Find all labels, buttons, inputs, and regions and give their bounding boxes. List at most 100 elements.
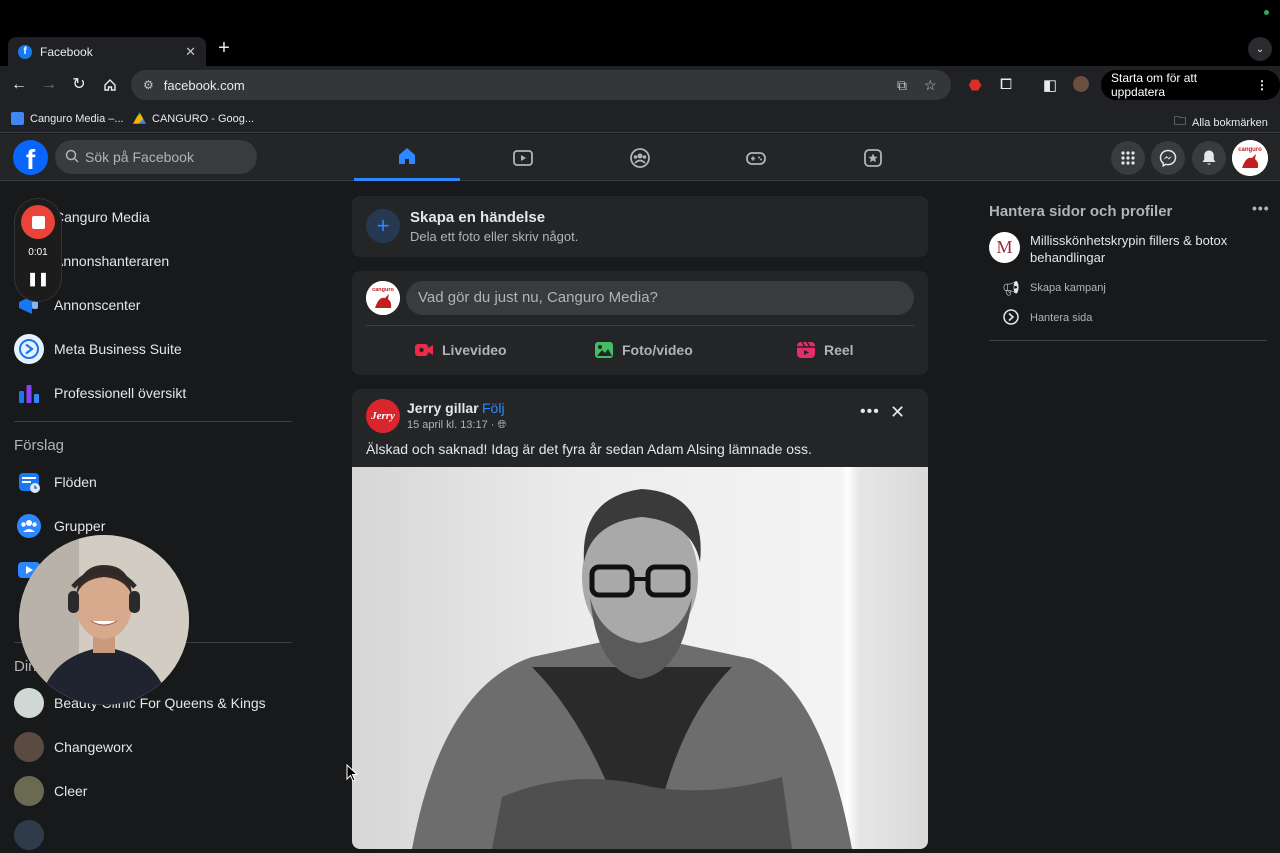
mouse-cursor-icon (346, 763, 359, 787)
sidebar-shortcut-cleer[interactable]: Cleer (14, 773, 87, 809)
post-close-icon[interactable]: ✕ (890, 402, 905, 423)
forward-arrow-icon[interactable]: → (38, 74, 60, 96)
post-author-avatar[interactable]: Jerry (366, 399, 400, 433)
post-separator: · (474, 400, 479, 416)
shortcut-avatar (14, 776, 44, 806)
create-event-subtitle: Dela ett foto eller skriv något. (410, 229, 579, 244)
messenger-icon (1159, 149, 1177, 167)
sidebar-divider (14, 421, 292, 422)
svg-text:canguro: canguro (372, 287, 394, 293)
grid-icon (1121, 151, 1135, 165)
tab-home[interactable] (354, 134, 460, 181)
menu-grid-button[interactable] (1111, 141, 1145, 175)
bookmark-canguro-media[interactable]: Canguro Media –... (11, 112, 124, 125)
browser-menu-icon[interactable]: ⋮ (1256, 78, 1268, 92)
sidebar-item-feeds[interactable]: Flöden (14, 464, 97, 500)
post-author-name[interactable]: Jerry gillar (407, 400, 479, 416)
extensions-puzzle-icon[interactable]: ⧠ (996, 76, 1016, 93)
suggestions-heading: Förslag (14, 437, 65, 454)
post-more-options-icon[interactable]: ••• (860, 403, 880, 421)
site-settings-icon[interactable]: ⚙ (143, 78, 154, 92)
sidebar-item-professional-dashboard[interactable]: Professionell översikt (14, 375, 186, 411)
tab-marketplace[interactable] (820, 134, 926, 181)
bookmark-label: CANGURO - Goog... (152, 112, 255, 125)
bookmark-star-icon[interactable]: ☆ (924, 77, 937, 94)
folder-icon: 🗀 (1174, 114, 1187, 128)
sidebar-item-label: Annonscenter (54, 297, 141, 313)
reel-button[interactable]: Reel (796, 339, 854, 361)
video-icon (513, 149, 533, 166)
search-icon (65, 149, 79, 166)
composer-input[interactable]: Vad gör du just nu, Canguro Media? (406, 281, 914, 315)
address-bar[interactable]: ⚙ facebook.com ⧉ ☆ (131, 70, 951, 100)
extension-shield-icon[interactable]: ⬣ (965, 76, 985, 94)
new-tab-button[interactable]: + (214, 38, 234, 58)
sidebar-item-label: Grupper (54, 518, 106, 534)
create-event-title: Skapa en händelse (410, 209, 546, 226)
photo-video-button[interactable]: Foto/video (594, 339, 693, 361)
browser-toolbar: ← → ↻ ⚙ facebook.com ⧉ ☆ ⬣ ⧠ ◧ Starta om… (0, 66, 1280, 104)
account-avatar[interactable]: canguro (1232, 140, 1268, 176)
restart-to-update-button[interactable]: Starta om för att uppdatera ⋮ (1101, 70, 1280, 100)
update-label: Starta om för att uppdatera (1111, 71, 1198, 99)
composer-divider (366, 325, 914, 326)
follow-link[interactable]: Följ (482, 400, 505, 416)
sidebar-shortcut-next[interactable] (14, 817, 54, 853)
all-bookmarks[interactable]: 🗀 Alla bokmärken (1174, 112, 1268, 133)
live-video-button[interactable]: Livevideo (414, 339, 507, 361)
webcam-bubble[interactable] (19, 535, 189, 705)
sidebar-item-label: Meta Business Suite (54, 341, 182, 357)
browser-tab[interactable]: f Facebook ✕ (8, 37, 206, 66)
create-event-card[interactable]: + Skapa en händelse Dela ett foto eller … (352, 196, 928, 257)
sidebar-item-meta-business-suite[interactable]: Meta Business Suite (14, 331, 182, 367)
manage-page-link[interactable]: Hantera sida (1002, 308, 1092, 328)
install-app-icon[interactable]: ⧉ (897, 77, 907, 94)
feeds-star-icon (864, 148, 882, 167)
plus-icon: + (366, 209, 400, 243)
sidebar-shortcut-changeworx[interactable]: Changeworx (14, 729, 133, 765)
tab-gaming[interactable] (703, 134, 809, 181)
home-icon (399, 148, 415, 164)
home-icon[interactable] (99, 74, 121, 96)
right-divider (989, 340, 1267, 341)
post-photo[interactable] (352, 467, 928, 849)
svg-text:canguro: canguro (1238, 147, 1262, 153)
stop-recording-button[interactable] (21, 205, 55, 239)
manage-page-label: Hantera sida (1030, 312, 1093, 324)
bookmark-label: Canguro Media –... (30, 112, 124, 125)
search-input[interactable]: Sök på Facebook (55, 140, 257, 174)
url-text: facebook.com (163, 77, 245, 93)
post-time-text: 15 april kl. 13:17 · (407, 419, 495, 431)
reel-icon (796, 341, 816, 359)
feeds-icon (14, 467, 44, 497)
tab-groups[interactable] (587, 134, 693, 181)
manage-arrow-icon (1002, 308, 1020, 328)
sidebar-item-label: Professionell översikt (54, 385, 187, 401)
post-timestamp[interactable]: 15 april kl. 13:17 · 🌐︎ (407, 419, 506, 432)
stop-icon (31, 215, 45, 229)
groups-icon (14, 511, 44, 541)
page-avatar[interactable]: M (989, 232, 1020, 263)
tab-close-icon[interactable]: ✕ (185, 44, 196, 60)
messenger-button[interactable] (1151, 141, 1185, 175)
reel-label: Reel (824, 342, 854, 358)
search-placeholder: Sök på Facebook (85, 149, 194, 165)
create-campaign-link[interactable]: 📢︎ Skapa kampanj (1002, 278, 1106, 298)
notifications-button[interactable] (1192, 141, 1226, 175)
profile-avatar-icon[interactable] (1071, 76, 1091, 96)
sidebar-item-label: Cleer (54, 783, 88, 799)
page-name-link[interactable]: Millisskönhetskrypin fillers & botox beh… (1030, 232, 1260, 266)
reload-icon[interactable]: ↻ (68, 74, 90, 96)
side-panel-icon[interactable]: ◧ (1040, 76, 1060, 94)
manage-pages-more-icon[interactable]: ••• (1252, 200, 1270, 216)
composer-avatar[interactable]: canguro (366, 281, 400, 315)
pause-icon[interactable]: ❚❚ (15, 271, 61, 287)
bookmark-canguro-google[interactable]: CANGURO - Goog... (133, 112, 254, 125)
tab-video[interactable] (470, 134, 576, 181)
tab-search-chevron-icon[interactable]: ⌄ (1248, 37, 1272, 61)
facebook-logo-icon[interactable]: f (13, 140, 48, 175)
facebook-header: f Sök på Facebook canguro (0, 134, 1280, 181)
recording-time: 0:01 (28, 247, 48, 258)
back-arrow-icon[interactable]: ← (8, 74, 30, 96)
post-composer: canguro Vad gör du just nu, Canguro Medi… (352, 271, 928, 375)
